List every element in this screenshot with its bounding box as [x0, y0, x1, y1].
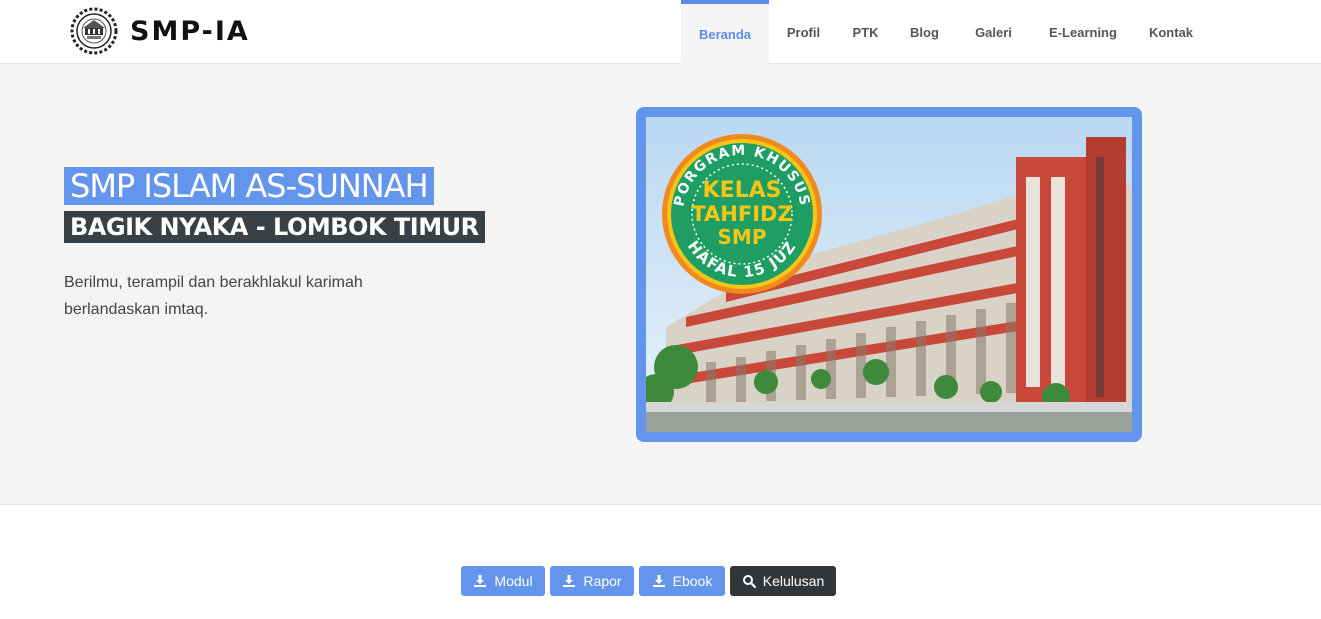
hero-section: SMP ISLAM AS-SUNNAH BAGIK NYAKA - LOMBOK…: [0, 64, 1321, 505]
hero-image-frame: PORGRAM KHUSUS HAFAL 15 JUZ KELAS TAHFID…: [636, 107, 1142, 442]
ebook-button-label: Ebook: [672, 573, 713, 589]
download-icon: [652, 575, 665, 587]
kelulusan-button-label: Kelulusan: [762, 573, 825, 589]
hero-title: SMP ISLAM AS-SUNNAH: [64, 167, 434, 205]
ebook-button[interactable]: Ebook: [639, 566, 725, 596]
school-emblem-icon: [70, 7, 118, 55]
nav-item-profil[interactable]: Profil: [769, 0, 838, 64]
badge-line-3: SMP: [718, 225, 767, 249]
brand-name: SMP-IA: [130, 15, 250, 47]
badge-line-2: TAHFIDZ: [691, 202, 792, 226]
brand[interactable]: SMP-IA: [70, 7, 250, 55]
modul-button-label: Modul: [494, 573, 533, 589]
kelulusan-button[interactable]: Kelulusan: [730, 566, 836, 596]
nav-item-ptk[interactable]: PTK: [838, 0, 893, 64]
download-icon: [563, 575, 576, 587]
hero-subtitle: BAGIK NYAKA - LOMBOK TIMUR: [64, 211, 485, 243]
nav-item-kontak[interactable]: Kontak: [1135, 0, 1207, 64]
quick-action-buttons: Modul Rapor Ebook Kelulusan: [461, 566, 836, 596]
nav-item-beranda[interactable]: Beranda: [681, 0, 769, 64]
rapor-button[interactable]: Rapor: [550, 566, 634, 596]
nav-item-e-learning[interactable]: E-Learning: [1031, 0, 1135, 64]
school-building-image: PORGRAM KHUSUS HAFAL 15 JUZ KELAS TAHFID…: [646, 117, 1132, 432]
main-nav: Beranda Profil PTK Blog Galeri E-Learnin…: [681, 0, 1207, 64]
download-icon: [474, 575, 487, 587]
rapor-button-label: Rapor: [583, 573, 622, 589]
search-icon: [742, 575, 756, 588]
modul-button[interactable]: Modul: [461, 566, 545, 596]
nav-item-blog[interactable]: Blog: [893, 0, 956, 64]
hero-tagline: Berilmu, terampil dan berakhlakul karima…: [64, 274, 363, 318]
top-navbar: SMP-IA Beranda Profil PTK Blog Galeri E-…: [0, 0, 1321, 64]
nav-item-galeri[interactable]: Galeri: [956, 0, 1031, 64]
badge-line-1: KELAS: [703, 178, 782, 203]
